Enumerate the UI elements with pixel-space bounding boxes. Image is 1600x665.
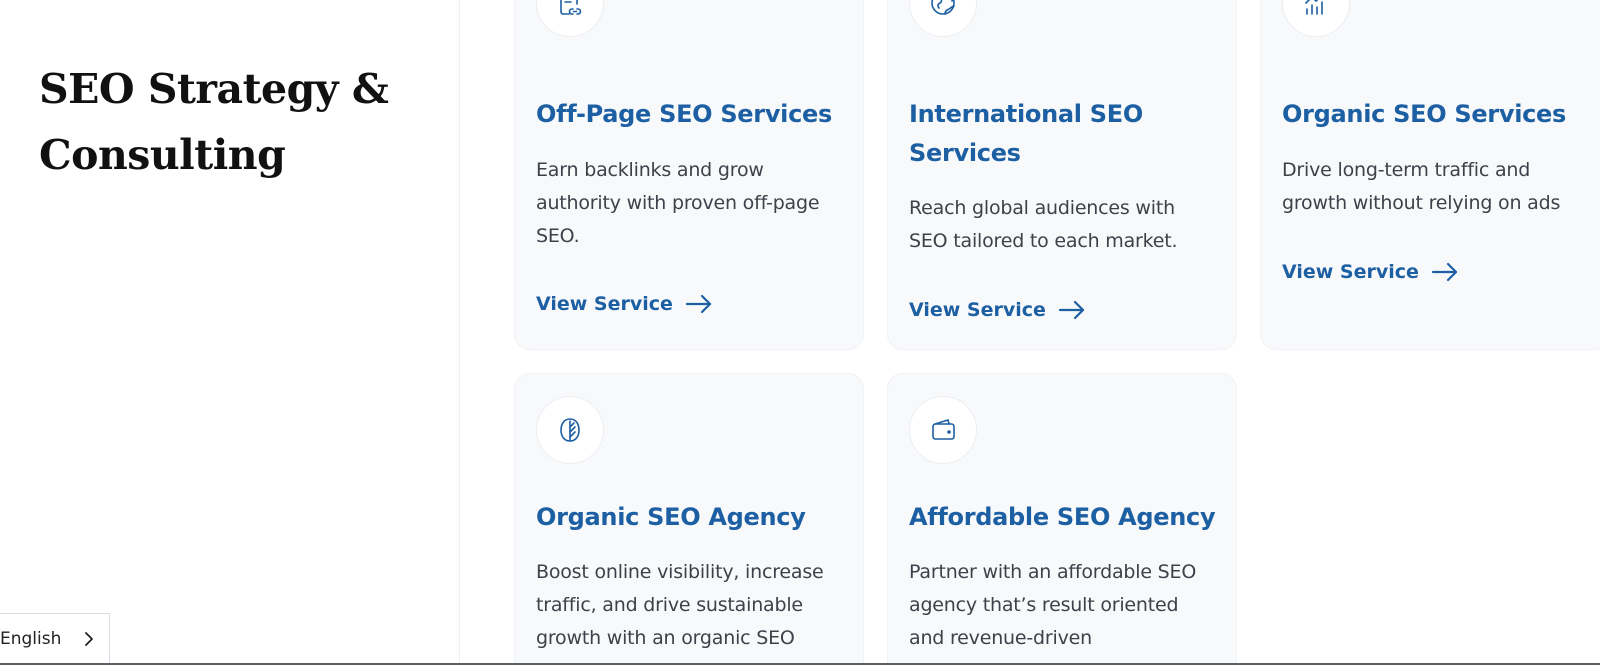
service-card-description: Earn backlinks and grow authority with p… [536,159,820,247]
service-card-title: International SEO Services [909,95,1229,173]
service-card-icon-wrap [909,0,977,37]
service-card-title-text: International SEO [909,100,1143,128]
service-card-icon-wrap [909,396,977,464]
service-card-title: Organic SEO Services [1282,95,1600,134]
service-card-icon-wrap [1282,0,1350,37]
service-card-description: Reach global audiences with SEO tailored… [909,197,1178,252]
view-service-label: View Service [536,293,673,315]
page-title-line1: SEO Strategy & [39,65,389,113]
globe-icon [931,0,955,15]
service-card-international: International SEO Services Reach global … [887,0,1237,350]
view-service-link[interactable]: View Service [1282,261,1459,283]
page-title-line2: Consulting [39,131,286,179]
wallet-icon [932,419,955,440]
page-title: SEO Strategy & Consulting [39,56,419,188]
service-card-title-text: Affordable SEO Agency [909,503,1216,531]
service-card-title: Organic SEO Agency [536,498,856,537]
service-card-affordable-agency: Affordable SEO Agency Partner with an af… [887,373,1237,665]
service-card-organic-services: Organic SEO Services Drive long-term tra… [1260,0,1600,350]
service-card-icon-wrap [536,396,604,464]
service-card-description: Partner with an affordable SEO agency th… [909,561,1197,649]
arrow-right-icon [685,294,712,314]
service-card-off-page: Off-Page SEO Services Earn backlinks and… [514,0,864,350]
view-service-link[interactable]: View Service [909,299,1086,321]
view-service-label: View Service [909,299,1046,321]
chevron-right-icon [85,632,93,646]
service-card-title-text: Off-Page SEO Services [536,100,832,128]
growth-chart-icon [1305,0,1323,15]
leaf-icon [560,418,580,442]
service-card-title-text: Organic SEO Services [1282,100,1567,128]
arrow-right-icon [1058,300,1085,320]
service-card-title: Off-Page SEO Services [536,95,856,134]
service-card-description: Drive long-term traffic and growth witho… [1282,159,1561,214]
document-link-icon [560,0,582,15]
column-divider [459,0,460,665]
service-card-title: Affordable SEO Agency [909,498,1229,537]
language-label: English [0,629,62,649]
language-switcher[interactable]: English [0,613,110,665]
service-card-title-text: Organic SEO Agency [536,503,806,531]
service-card-title-text: Services [909,139,1021,167]
service-card-organic-agency: Organic SEO Agency Boost online visibili… [514,373,864,665]
service-card-icon-wrap [536,0,604,37]
view-service-label: View Service [1282,261,1419,283]
view-service-link[interactable]: View Service [536,293,713,315]
arrow-right-icon [1431,262,1458,282]
service-card-description: Boost online visibility, increase traffi… [536,561,824,649]
